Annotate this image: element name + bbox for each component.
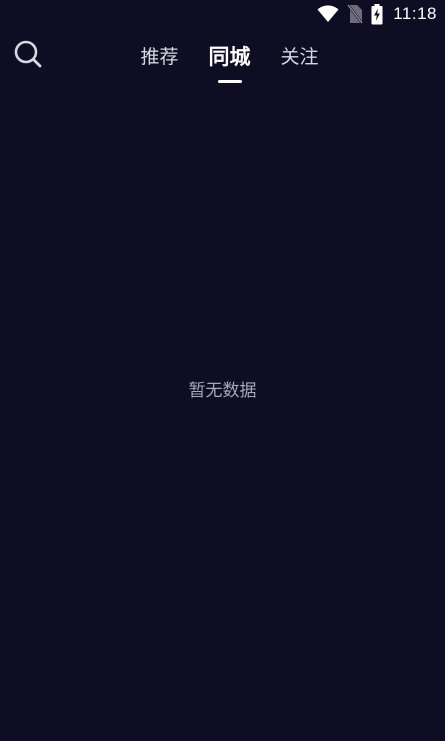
battery-charging-icon — [371, 3, 383, 25]
tab-recommend[interactable]: 推荐 — [138, 44, 180, 71]
no-sim-icon — [347, 4, 364, 24]
top-nav: 推荐 同城 关注 — [0, 28, 445, 86]
empty-state-text: 暂无数据 — [188, 381, 257, 401]
status-bar: 11:18 — [0, 0, 445, 28]
wifi-icon — [317, 5, 339, 23]
tab-bar: 推荐 同城 关注 — [0, 28, 445, 86]
tab-following[interactable]: 关注 — [279, 44, 321, 71]
screen: 11:18 推荐 同城 关注 暂无数据 — [0, 0, 445, 741]
tab-nearby[interactable]: 同城 — [207, 43, 253, 72]
status-time: 11:18 — [393, 4, 437, 23]
